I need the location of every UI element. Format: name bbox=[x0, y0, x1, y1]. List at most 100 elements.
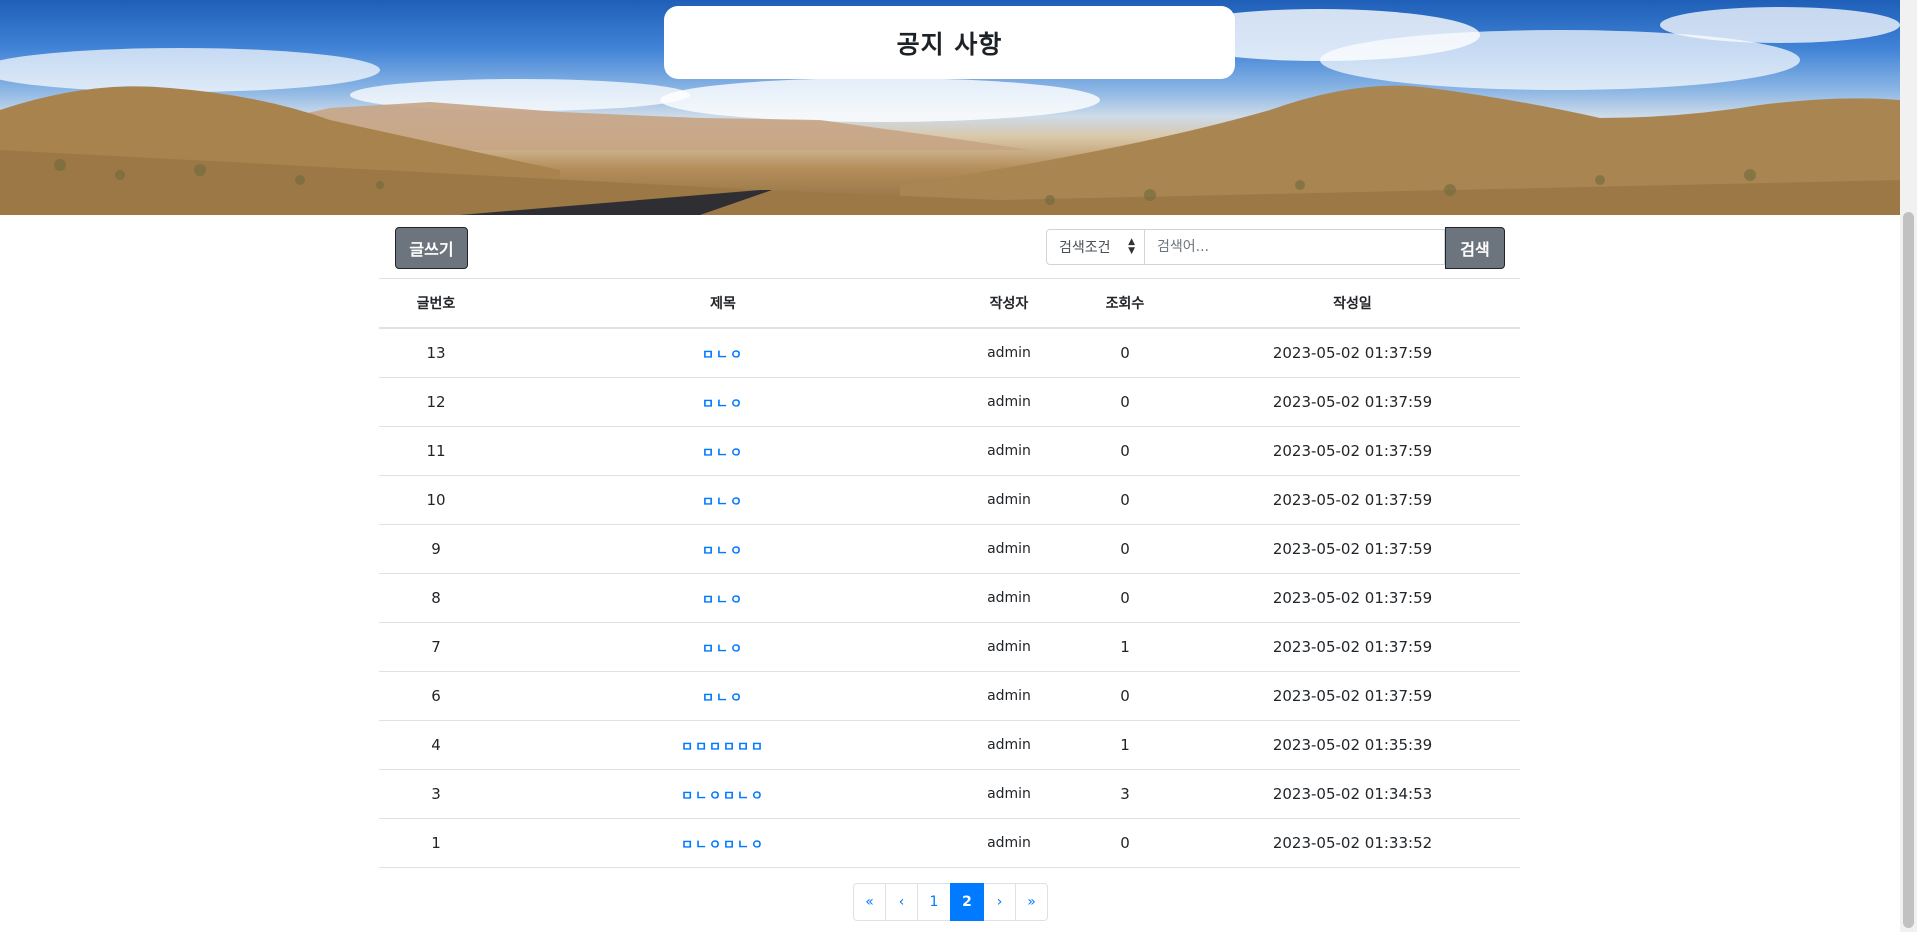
cell-date: 2023-05-02 01:37:59 bbox=[1185, 426, 1520, 476]
cell-no: 3 bbox=[379, 769, 493, 819]
table-row: 12 ㅁㄴㅇ admin 0 2023-05-02 01:37:59 bbox=[379, 377, 1520, 427]
table-row: 8 ㅁㄴㅇ admin 0 2023-05-02 01:37:59 bbox=[379, 573, 1520, 623]
cell-author: admin bbox=[953, 475, 1065, 525]
cell-date: 2023-05-02 01:37:59 bbox=[1185, 524, 1520, 574]
scrollbar-thumb[interactable] bbox=[1903, 212, 1914, 928]
cell-date: 2023-05-02 01:33:52 bbox=[1185, 818, 1520, 868]
cell-date: 2023-05-02 01:37:59 bbox=[1185, 327, 1520, 378]
post-title-link[interactable]: ㅁㄴㅇ bbox=[702, 691, 744, 706]
cell-no: 8 bbox=[379, 573, 493, 623]
cell-author: admin bbox=[953, 671, 1065, 721]
pagination-next-button[interactable]: › bbox=[983, 883, 1016, 921]
cell-no: 12 bbox=[379, 377, 493, 427]
pagination-prev-button[interactable]: ‹ bbox=[885, 883, 918, 921]
search-condition-select[interactable]: 검색조건 ▲ ▼ bbox=[1046, 229, 1145, 265]
table-row: 9 ㅁㄴㅇ admin 0 2023-05-02 01:37:59 bbox=[379, 524, 1520, 574]
cell-title: ㅁㄴㅇ bbox=[493, 377, 953, 427]
cell-author: admin bbox=[953, 818, 1065, 868]
write-button[interactable]: 글쓰기 bbox=[395, 227, 468, 269]
cell-views: 0 bbox=[1065, 475, 1185, 525]
search-condition-label: 검색조건 bbox=[1059, 240, 1111, 256]
cell-date: 2023-05-02 01:37:59 bbox=[1185, 671, 1520, 721]
cell-views: 0 bbox=[1065, 327, 1185, 378]
table-body: 13 ㅁㄴㅇ admin 0 2023-05-02 01:37:59 12 ㅁㄴ… bbox=[379, 327, 1520, 868]
post-title-link[interactable]: ㅁㄴㅇ bbox=[702, 544, 744, 559]
notice-table: 글번호 제목 작성자 조회수 작성일 13 ㅁㄴㅇ admin 0 2023-0… bbox=[379, 278, 1520, 868]
post-title-link[interactable]: ㅁㄴㅇ bbox=[702, 348, 744, 363]
search-input[interactable] bbox=[1145, 229, 1445, 265]
header-author: 작성자 bbox=[953, 278, 1065, 329]
post-title-link[interactable]: ㅁㄴㅇ bbox=[702, 593, 744, 608]
post-title-link[interactable]: ㅁㄴㅇ bbox=[702, 446, 744, 461]
cell-title: ㅁㄴㅇ bbox=[493, 622, 953, 672]
cell-title: ㅁㄴㅇ bbox=[493, 671, 953, 721]
table-row: 3 ㅁㄴㅇㅁㄴㅇ admin 3 2023-05-02 01:34:53 bbox=[379, 769, 1520, 819]
cell-no: 6 bbox=[379, 671, 493, 721]
cell-title: ㅁㄴㅇ bbox=[493, 475, 953, 525]
cell-no: 4 bbox=[379, 720, 493, 770]
cell-views: 0 bbox=[1065, 573, 1185, 623]
pagination-page-2-current[interactable]: 2 bbox=[950, 883, 984, 921]
post-title-link[interactable]: ㅁㅁㅁㅁㅁㅁ bbox=[681, 740, 765, 755]
select-arrows-icon: ▲ ▼ bbox=[1128, 237, 1135, 256]
page-title: 공지 사항 bbox=[664, 6, 1235, 79]
table-row: 13 ㅁㄴㅇ admin 0 2023-05-02 01:37:59 bbox=[379, 327, 1520, 378]
cell-no: 9 bbox=[379, 524, 493, 574]
cell-views: 0 bbox=[1065, 671, 1185, 721]
pagination: « ‹ 1 2 › » bbox=[853, 883, 1048, 921]
cell-views: 0 bbox=[1065, 377, 1185, 427]
post-title-link[interactable]: ㅁㄴㅇㅁㄴㅇ bbox=[681, 789, 765, 804]
pagination-first-button[interactable]: « bbox=[853, 883, 886, 921]
cell-author: admin bbox=[953, 426, 1065, 476]
cell-views: 3 bbox=[1065, 769, 1185, 819]
cell-author: admin bbox=[953, 377, 1065, 427]
cell-date: 2023-05-02 01:37:59 bbox=[1185, 377, 1520, 427]
header-date: 작성일 bbox=[1185, 278, 1520, 329]
cell-no: 7 bbox=[379, 622, 493, 672]
cell-title: ㅁㄴㅇ bbox=[493, 524, 953, 574]
cell-title: ㅁㅁㅁㅁㅁㅁ bbox=[493, 720, 953, 770]
table-row: 10 ㅁㄴㅇ admin 0 2023-05-02 01:37:59 bbox=[379, 475, 1520, 525]
cell-no: 13 bbox=[379, 327, 493, 378]
table-row: 7 ㅁㄴㅇ admin 1 2023-05-02 01:37:59 bbox=[379, 622, 1520, 672]
cell-views: 1 bbox=[1065, 720, 1185, 770]
cell-date: 2023-05-02 01:35:39 bbox=[1185, 720, 1520, 770]
cell-no: 1 bbox=[379, 818, 493, 868]
cell-date: 2023-05-02 01:34:53 bbox=[1185, 769, 1520, 819]
cell-title: ㅁㄴㅇ bbox=[493, 327, 953, 378]
cell-title: ㅁㄴㅇ bbox=[493, 426, 953, 476]
post-title-link[interactable]: ㅁㄴㅇ bbox=[702, 397, 744, 412]
cell-views: 0 bbox=[1065, 524, 1185, 574]
table-row: 6 ㅁㄴㅇ admin 0 2023-05-02 01:37:59 bbox=[379, 671, 1520, 721]
table-row: 1 ㅁㄴㅇㅁㄴㅇ admin 0 2023-05-02 01:33:52 bbox=[379, 818, 1520, 868]
table-row: 11 ㅁㄴㅇ admin 0 2023-05-02 01:37:59 bbox=[379, 426, 1520, 476]
page-scrollbar[interactable] bbox=[1900, 0, 1917, 932]
cell-author: admin bbox=[953, 524, 1065, 574]
post-title-link[interactable]: ㅁㄴㅇ bbox=[702, 642, 744, 657]
pagination-last-button[interactable]: » bbox=[1015, 883, 1048, 921]
cell-views: 0 bbox=[1065, 426, 1185, 476]
cell-author: admin bbox=[953, 622, 1065, 672]
table-header-row: 글번호 제목 작성자 조회수 작성일 bbox=[379, 278, 1520, 329]
header-title: 제목 bbox=[493, 278, 953, 329]
cell-title: ㅁㄴㅇㅁㄴㅇ bbox=[493, 818, 953, 868]
cell-title: ㅁㄴㅇㅁㄴㅇ bbox=[493, 769, 953, 819]
cell-title: ㅁㄴㅇ bbox=[493, 573, 953, 623]
search-button[interactable]: 검색 bbox=[1445, 227, 1505, 269]
post-title-link[interactable]: ㅁㄴㅇ bbox=[702, 495, 744, 510]
cell-author: admin bbox=[953, 573, 1065, 623]
cell-date: 2023-05-02 01:37:59 bbox=[1185, 622, 1520, 672]
cell-date: 2023-05-02 01:37:59 bbox=[1185, 573, 1520, 623]
header-banner: 공지 사항 bbox=[0, 0, 1900, 215]
cell-author: admin bbox=[953, 720, 1065, 770]
post-title-link[interactable]: ㅁㄴㅇㅁㄴㅇ bbox=[681, 838, 765, 853]
cell-no: 11 bbox=[379, 426, 493, 476]
header-views: 조회수 bbox=[1065, 278, 1185, 329]
pagination-page-1[interactable]: 1 bbox=[917, 883, 951, 921]
header-no: 글번호 bbox=[379, 278, 493, 329]
cell-author: admin bbox=[953, 327, 1065, 378]
cell-views: 0 bbox=[1065, 818, 1185, 868]
table-row: 4 ㅁㅁㅁㅁㅁㅁ admin 1 2023-05-02 01:35:39 bbox=[379, 720, 1520, 770]
cell-author: admin bbox=[953, 769, 1065, 819]
cell-no: 10 bbox=[379, 475, 493, 525]
